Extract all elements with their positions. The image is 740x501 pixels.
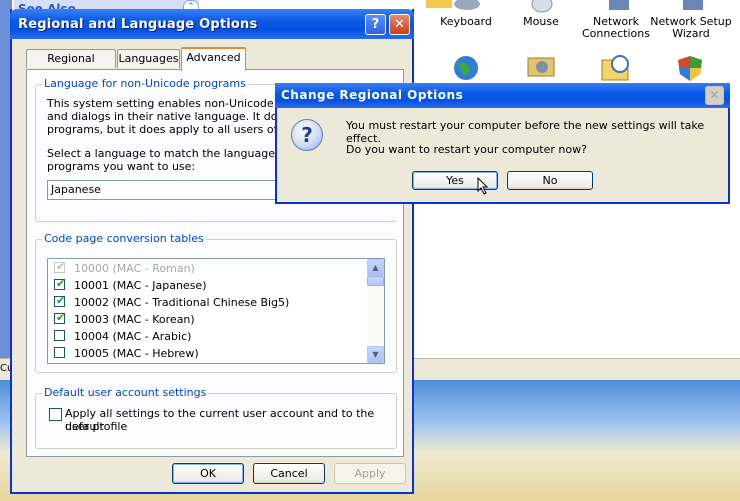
language-select[interactable]: Japanese bbox=[47, 180, 287, 200]
checkbox[interactable] bbox=[54, 330, 65, 341]
message-line-1: You must restart your computer before th… bbox=[346, 119, 705, 145]
list-item-label: 10002 (MAC - Traditional Chinese Big5) bbox=[74, 296, 290, 309]
tab-languages[interactable]: Languages bbox=[117, 49, 180, 68]
checkbox[interactable]: ✔ bbox=[54, 294, 65, 307]
cancel-button[interactable]: Cancel bbox=[253, 463, 325, 484]
close-icon[interactable]: ✕ bbox=[389, 14, 410, 35]
scanner-camera-icon[interactable] bbox=[526, 54, 556, 82]
code-page-group: Code page conversion tables ✔ 10000 (MAC… bbox=[35, 232, 397, 373]
list-item-label: 10003 (MAC - Korean) bbox=[74, 313, 195, 326]
tab-regional-options[interactable]: Regional Options bbox=[26, 49, 116, 82]
scroll-down-icon[interactable]: ▼ bbox=[367, 346, 384, 363]
restart-message-box: Change Regional Options ✕ ? You must res… bbox=[275, 83, 730, 204]
keyboard-icon[interactable] bbox=[452, 0, 482, 14]
scrollbar-thumb[interactable] bbox=[367, 276, 384, 286]
dialog-titlebar[interactable]: Regional and Language Options ? ✕ bbox=[10, 9, 414, 39]
globe-icon[interactable] bbox=[452, 54, 480, 82]
checkbox[interactable]: ✔ bbox=[54, 277, 65, 290]
checkbox[interactable]: ✔ bbox=[54, 260, 65, 273]
question-icon: ? bbox=[291, 119, 323, 151]
ok-button[interactable]: OK bbox=[172, 463, 244, 484]
list-item[interactable]: ✔ 10003 (MAC - Korean) bbox=[54, 311, 364, 328]
list-item-label: 10001 (MAC - Japanese) bbox=[74, 279, 207, 292]
help-icon[interactable]: ? bbox=[365, 14, 386, 35]
code-page-legend: Code page conversion tables bbox=[42, 232, 206, 245]
apply-button[interactable]: Apply bbox=[334, 463, 406, 484]
list-item[interactable]: 10004 (MAC - Arabic) bbox=[54, 328, 364, 345]
list-item-label: 10005 (MAC - Hebrew) bbox=[74, 347, 199, 360]
apply-all-checkbox[interactable] bbox=[49, 408, 62, 421]
apply-all-label-2[interactable]: user profile bbox=[65, 420, 127, 433]
non-unicode-legend: Language for non-Unicode programs bbox=[42, 77, 248, 90]
network-connections-icon[interactable] bbox=[604, 0, 634, 14]
security-center-icon[interactable] bbox=[676, 54, 704, 82]
list-item[interactable]: ✔ 10002 (MAC - Traditional Chinese Big5) bbox=[54, 294, 364, 311]
mouse-icon[interactable] bbox=[527, 0, 557, 14]
checkbox[interactable] bbox=[54, 347, 65, 358]
checkbox[interactable]: ✔ bbox=[54, 311, 65, 324]
message-line-2: Do you want to restart your computer now… bbox=[346, 143, 587, 156]
no-button[interactable]: No bbox=[507, 171, 593, 190]
list-item-label: 10004 (MAC - Arabic) bbox=[74, 330, 192, 343]
message-box-titlebar[interactable]: Change Regional Options ✕ bbox=[275, 83, 730, 108]
list-item[interactable]: 10005 (MAC - Hebrew) bbox=[54, 345, 364, 362]
folder-icon bbox=[426, 0, 452, 8]
list-item-label: 10000 (MAC - Roman) bbox=[74, 262, 195, 275]
regional-language-dialog: Regional and Language Options ? ✕ Region… bbox=[10, 9, 414, 494]
message-box-title: Change Regional Options bbox=[281, 88, 464, 102]
mouse-cursor-icon bbox=[477, 177, 489, 195]
dialog-title: Regional and Language Options bbox=[18, 17, 258, 32]
close-icon[interactable]: ✕ bbox=[705, 86, 724, 105]
default-user-legend: Default user account settings bbox=[42, 386, 209, 399]
list-item[interactable]: ✔ 10000 (MAC - Roman) bbox=[54, 260, 364, 277]
tab-advanced[interactable]: Advanced bbox=[181, 47, 246, 71]
network-wizard-icon[interactable] bbox=[678, 0, 708, 14]
scheduled-tasks-icon[interactable] bbox=[600, 54, 632, 82]
scroll-up-icon[interactable]: ▲ bbox=[367, 259, 384, 276]
select-language-text-2: programs you want to use: bbox=[47, 160, 196, 173]
network-wizard-label[interactable]: Network Setup Wizard bbox=[647, 16, 735, 40]
list-item[interactable]: ✔ 10001 (MAC - Japanese) bbox=[54, 277, 364, 294]
language-select-value: Japanese bbox=[51, 183, 101, 196]
default-user-group: Default user account settings Apply all … bbox=[35, 386, 397, 449]
vertical-scrollbar[interactable]: ▲ ▼ bbox=[367, 259, 384, 363]
code-page-list[interactable]: ✔ 10000 (MAC - Roman) ✔ 10001 (MAC - Jap… bbox=[47, 258, 385, 364]
